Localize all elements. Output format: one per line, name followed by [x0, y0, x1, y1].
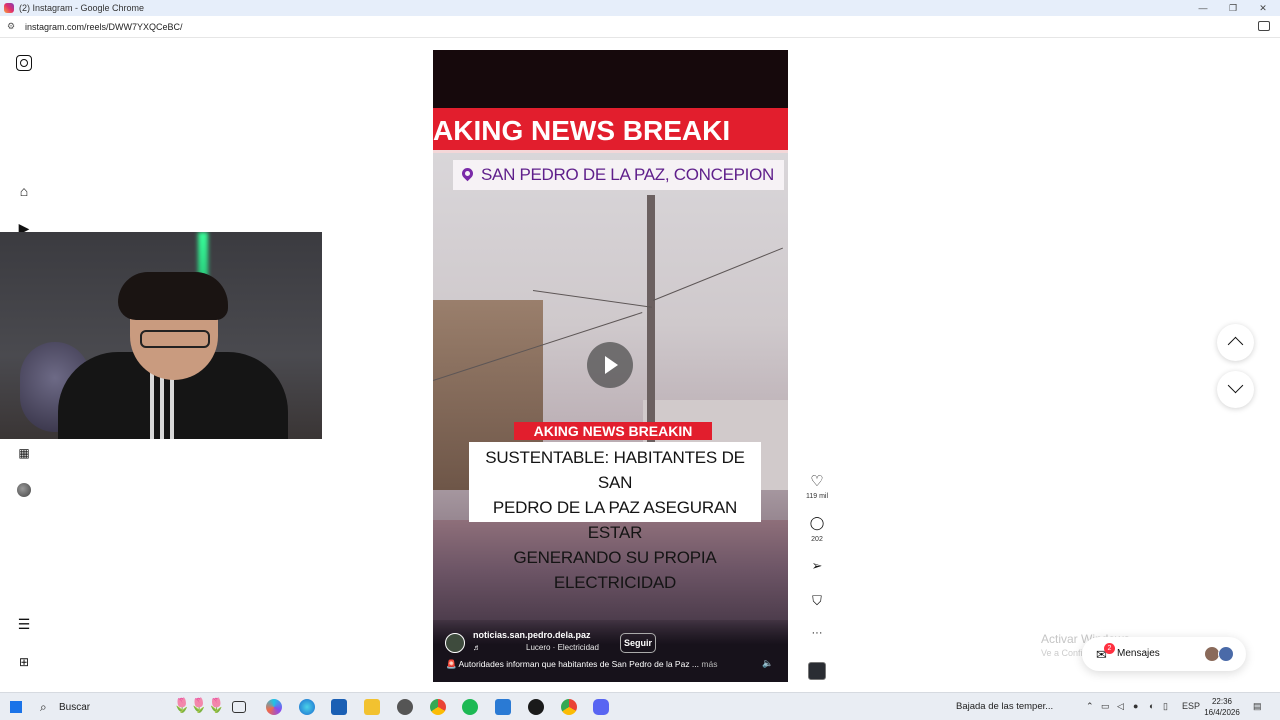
like-count: 119 mil [805, 493, 829, 500]
window-title: (2) Instagram - Google Chrome [19, 3, 145, 13]
photos-icon[interactable] [495, 699, 511, 715]
share-icon[interactable]: ➢ [808, 558, 826, 574]
search-highlight-icon: 🌷🌷🌷 [173, 697, 226, 713]
screen: (2) Instagram - Google Chrome — ❐ ✕ ⚙ in… [0, 0, 1280, 720]
caption-more-link[interactable]: más [701, 659, 717, 669]
headline-line: SUSTENTABLE: HABITANTES DE SAN [485, 448, 745, 492]
play-button[interactable] [587, 342, 633, 388]
volume-icon[interactable]: ◁ [1117, 701, 1124, 712]
chrome-profile-icon[interactable] [561, 699, 577, 715]
chevron-up-icon [1227, 336, 1244, 353]
microphone-icon[interactable]: ● [1133, 701, 1138, 711]
close-button[interactable]: ✕ [1248, 0, 1278, 16]
mute-button[interactable]: 🔈 [761, 656, 775, 670]
copilot-icon[interactable] [266, 699, 282, 715]
taskbar-search[interactable]: Buscar [59, 702, 90, 713]
messages-label: Mensajes [1117, 648, 1160, 659]
small-breaking-banner: AKING NEWS BREAKIN [514, 422, 712, 440]
clock-time: 22:36 [1211, 697, 1233, 706]
store-icon[interactable] [331, 699, 347, 715]
music-note-icon: ♬ [473, 643, 481, 652]
like-icon[interactable]: ♡ [808, 472, 826, 490]
reel-top-area [433, 50, 788, 108]
chevron-down-icon [1227, 377, 1244, 394]
search-icon[interactable]: ⌕ [40, 700, 47, 715]
comment-count: 202 [811, 536, 823, 543]
restore-button[interactable]: ❐ [1218, 0, 1248, 16]
home-icon[interactable]: ⌂ [16, 183, 32, 199]
contact-avatar [1218, 646, 1234, 662]
location-tag: SAN PEDRO DE LA PAZ, CONCEPION [453, 160, 784, 190]
small-breaking-text: AKING NEWS BREAKIN [533, 423, 693, 439]
caption[interactable]: 🚨 Autoridades informan que habitantes de… [446, 659, 766, 670]
webcam-person-hair [118, 272, 228, 320]
weather-widget[interactable]: Bajada de las temper... [956, 701, 1053, 712]
discord-icon[interactable] [593, 699, 609, 715]
breaking-news-text: AKING NEWS BREAKI [433, 115, 731, 146]
show-hidden-icons-icon[interactable]: ⌃ [1086, 701, 1094, 712]
webcam-person-glasses [140, 330, 210, 348]
location-pin-icon [459, 165, 476, 182]
clock[interactable]: 22:36 16/4/2026 [1200, 696, 1244, 718]
headline-line: PEDRO DE LA PAZ ASEGURAN ESTAR [492, 498, 738, 542]
caption-text: Autoridades informan que habitantes de S… [458, 659, 700, 669]
instagram-favicon-icon [4, 3, 14, 13]
reel-video[interactable]: AKING NEWS BREAKI SAN PEDRO DE LA PAZ, C… [433, 50, 788, 682]
messages-button[interactable]: ✉ 2 Mensajes [1082, 637, 1246, 671]
menu-icon[interactable]: ☰ [16, 616, 32, 632]
windows-taskbar: ⌕ Buscar 🌷🌷🌷 Bajada de las temper... ⌃ ▭… [0, 692, 1280, 720]
account-name[interactable]: noticias.san.pedro.dela.paz [473, 630, 591, 640]
previous-reel-button[interactable] [1217, 324, 1254, 361]
also-from-meta-icon[interactable]: ⊞ [16, 654, 32, 670]
site-settings-icon[interactable]: ⚙ [7, 21, 17, 32]
account-avatar[interactable] [445, 633, 465, 653]
unread-badge: 2 [1104, 643, 1115, 654]
clock-date: 16/4/2026 [1204, 708, 1240, 717]
profile-avatar[interactable] [17, 483, 31, 497]
siren-icon: 🚨 [446, 659, 457, 669]
task-view-icon[interactable] [232, 701, 246, 713]
url-text[interactable]: instagram.com/reels/DWW7YXQCeBC/ [25, 22, 183, 32]
chrome-icon[interactable] [430, 699, 446, 715]
breaking-news-banner: AKING NEWS BREAKI [433, 108, 788, 153]
comment-icon[interactable]: ◯ [808, 515, 826, 531]
save-icon[interactable]: ⛉ [808, 593, 826, 609]
instagram-logo-icon[interactable] [16, 55, 32, 71]
location-text: SAN PEDRO DE LA PAZ, CONCEPION [481, 165, 774, 184]
battery-icon[interactable]: ▯ [1163, 701, 1168, 712]
dashboard-icon[interactable]: ▦ [16, 445, 32, 461]
windows-start-icon[interactable] [10, 701, 22, 713]
obs-icon[interactable] [528, 699, 544, 715]
settings-icon[interactable] [397, 699, 413, 715]
file-explorer-icon[interactable] [364, 699, 380, 715]
spotify-icon[interactable] [462, 699, 478, 715]
language-indicator[interactable]: ESP [1182, 701, 1200, 711]
headline-box: SUSTENTABLE: HABITANTES DE SAN PEDRO DE … [469, 442, 761, 592]
notifications-icon[interactable]: ▤ [1253, 701, 1262, 712]
edge-icon[interactable] [299, 699, 315, 715]
browser-title-bar: (2) Instagram - Google Chrome — ❐ ✕ [0, 0, 1280, 16]
audio-thumbnail[interactable] [808, 662, 826, 680]
banner-underline [433, 150, 788, 153]
speaker-icon[interactable]: ◐ [1149, 701, 1154, 711]
follow-button[interactable]: Seguir [620, 633, 656, 653]
cast-icon[interactable] [1258, 21, 1270, 31]
headline-line: GENERANDO SU PROPIA ELECTRICIDAD [513, 548, 717, 592]
more-options-icon[interactable]: ··· [808, 627, 826, 639]
minimize-button[interactable]: — [1188, 0, 1218, 16]
next-reel-button[interactable] [1217, 371, 1254, 408]
audio-track[interactable]: Lucero · Electricidad [526, 643, 599, 652]
address-bar[interactable]: ⚙ instagram.com/reels/DWW7YXQCeBC/ [0, 16, 1280, 38]
webcam-overlay [0, 232, 322, 439]
network-icon[interactable]: ▭ [1101, 701, 1110, 712]
